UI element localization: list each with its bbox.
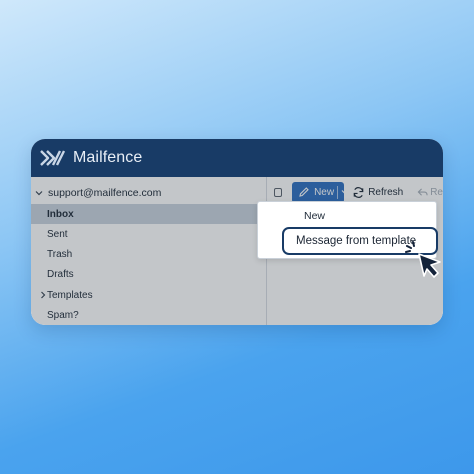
sidebar-item-label: Trash [47, 248, 73, 260]
mailfence-logo-icon [40, 148, 68, 168]
title-bar: Mailfence [31, 139, 443, 177]
sidebar-item-sent[interactable]: Sent [31, 224, 267, 244]
new-button-label: New [314, 186, 335, 198]
chevron-down-icon[interactable] [34, 188, 44, 198]
sidebar-item-drafts[interactable]: Drafts [31, 264, 267, 284]
sidebar-item-label: Templates [47, 289, 93, 301]
menu-item-new[interactable]: New [304, 210, 325, 222]
chevron-right-icon[interactable] [38, 290, 48, 300]
brand-name: Mailfence [73, 149, 143, 166]
toolbar: New Refresh Re [268, 181, 443, 203]
account-email: support@mailfence.com [48, 187, 162, 199]
pencil-icon [298, 186, 310, 198]
sidebar-item-label: Inbox [47, 208, 74, 220]
sidebar-item-spam[interactable]: Spam? [31, 305, 267, 325]
sidebar-item-templates[interactable]: Templates [31, 285, 267, 305]
account-node[interactable]: support@mailfence.com [31, 183, 267, 203]
sidebar-item-inbox[interactable]: Inbox [31, 204, 267, 224]
reply-icon [417, 187, 428, 196]
folder-sidebar: support@mailfence.com Inbox Sent Trash D… [31, 177, 267, 325]
select-all-checkbox[interactable] [274, 187, 283, 197]
sidebar-item-trash[interactable]: Trash [31, 244, 267, 264]
sidebar-item-label: Drafts [47, 268, 74, 280]
reply-label: Re [430, 186, 443, 198]
pointer-cursor-icon [405, 241, 441, 278]
refresh-label: Refresh [368, 186, 404, 198]
menu-item-label: Message from template [296, 235, 417, 247]
sidebar-item-label: Sent [47, 228, 68, 240]
refresh-button[interactable]: Refresh [352, 186, 403, 199]
reply-button[interactable]: Re [417, 187, 443, 198]
sidebar-item-label: Spam? [47, 309, 79, 321]
new-button[interactable]: New [292, 181, 349, 203]
refresh-icon [353, 186, 364, 198]
button-divider [337, 185, 339, 199]
chevron-down-icon[interactable] [340, 187, 350, 197]
